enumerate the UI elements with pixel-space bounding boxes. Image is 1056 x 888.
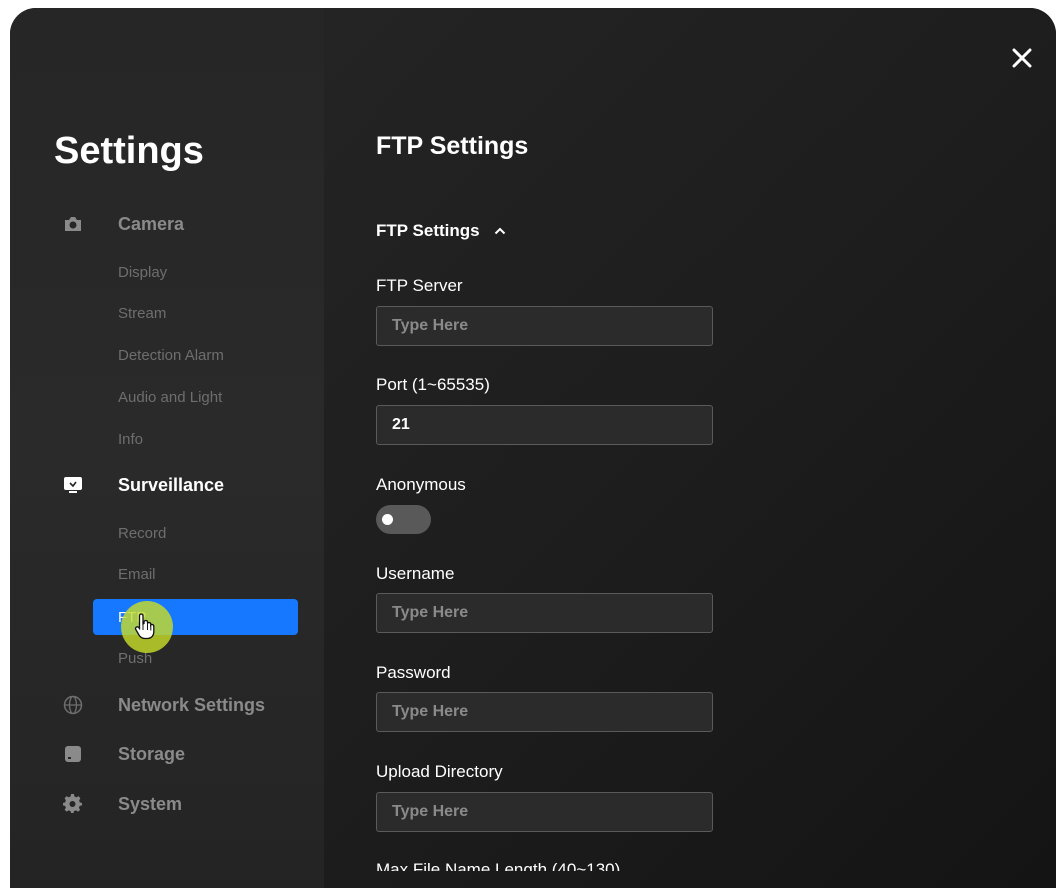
- ftp-server-input[interactable]: [376, 306, 713, 346]
- settings-sidebar: Settings Camera Display Stream Detection…: [10, 8, 324, 888]
- close-icon: [1012, 48, 1032, 68]
- username-label: Username: [376, 564, 455, 583]
- sidebar-section-label: Network Settings: [118, 694, 266, 715]
- settings-content: FTP Settings FTP Settings FTP Server Por…: [324, 8, 1056, 888]
- sidebar-section-system[interactable]: System: [62, 789, 182, 819]
- sidebar-section-label: Surveillance: [118, 474, 225, 495]
- close-button[interactable]: [1008, 44, 1036, 72]
- sidebar-section-surveillance[interactable]: Surveillance: [62, 470, 224, 500]
- camera-icon: [62, 213, 84, 235]
- max-file-name-length-label: Max File Name Length (40~130): [376, 861, 621, 871]
- sidebar-item-email[interactable]: Email: [118, 566, 156, 583]
- sidebar-item-info[interactable]: Info: [118, 431, 143, 448]
- globe-icon: [62, 694, 84, 716]
- sidebar-section-network-settings[interactable]: Network Settings: [62, 690, 265, 720]
- monitor-icon: [62, 474, 84, 496]
- section-header-label: FTP Settings: [376, 221, 480, 240]
- sidebar-item-detection-alarm[interactable]: Detection Alarm: [118, 347, 224, 364]
- upload-directory-label: Upload Directory: [376, 762, 503, 781]
- sidebar-title: Settings: [54, 130, 204, 172]
- chevron-up-icon: [494, 227, 506, 235]
- sidebar-item-audio-and-light[interactable]: Audio and Light: [118, 389, 222, 406]
- sidebar-section-camera[interactable]: Camera: [62, 209, 184, 239]
- storage-icon: [62, 743, 84, 765]
- settings-window: Settings Camera Display Stream Detection…: [10, 8, 1056, 888]
- page-title: FTP Settings: [376, 132, 529, 160]
- sidebar-item-stream[interactable]: Stream: [118, 305, 166, 322]
- sidebar-item-record[interactable]: Record: [118, 525, 166, 542]
- sidebar-item-display[interactable]: Display: [118, 264, 167, 281]
- username-input[interactable]: [376, 593, 713, 633]
- ftp-server-label: FTP Server: [376, 276, 463, 295]
- anonymous-toggle[interactable]: [376, 505, 431, 534]
- port-label: Port (1~65535): [376, 375, 490, 394]
- sidebar-section-label: Camera: [118, 213, 185, 234]
- port-input[interactable]: [376, 405, 713, 445]
- toggle-knob: [382, 514, 393, 525]
- upload-directory-input[interactable]: [376, 792, 713, 832]
- sidebar-section-label: System: [118, 793, 183, 814]
- password-label: Password: [376, 663, 451, 682]
- sidebar-section-label: Storage: [118, 743, 186, 764]
- gear-icon: [62, 793, 84, 815]
- anonymous-label: Anonymous: [376, 475, 466, 494]
- hand-pointer-icon: [134, 612, 156, 645]
- password-input[interactable]: [376, 692, 713, 732]
- sidebar-section-storage[interactable]: Storage: [62, 739, 185, 769]
- ftp-settings-section-toggle[interactable]: FTP Settings: [376, 221, 506, 241]
